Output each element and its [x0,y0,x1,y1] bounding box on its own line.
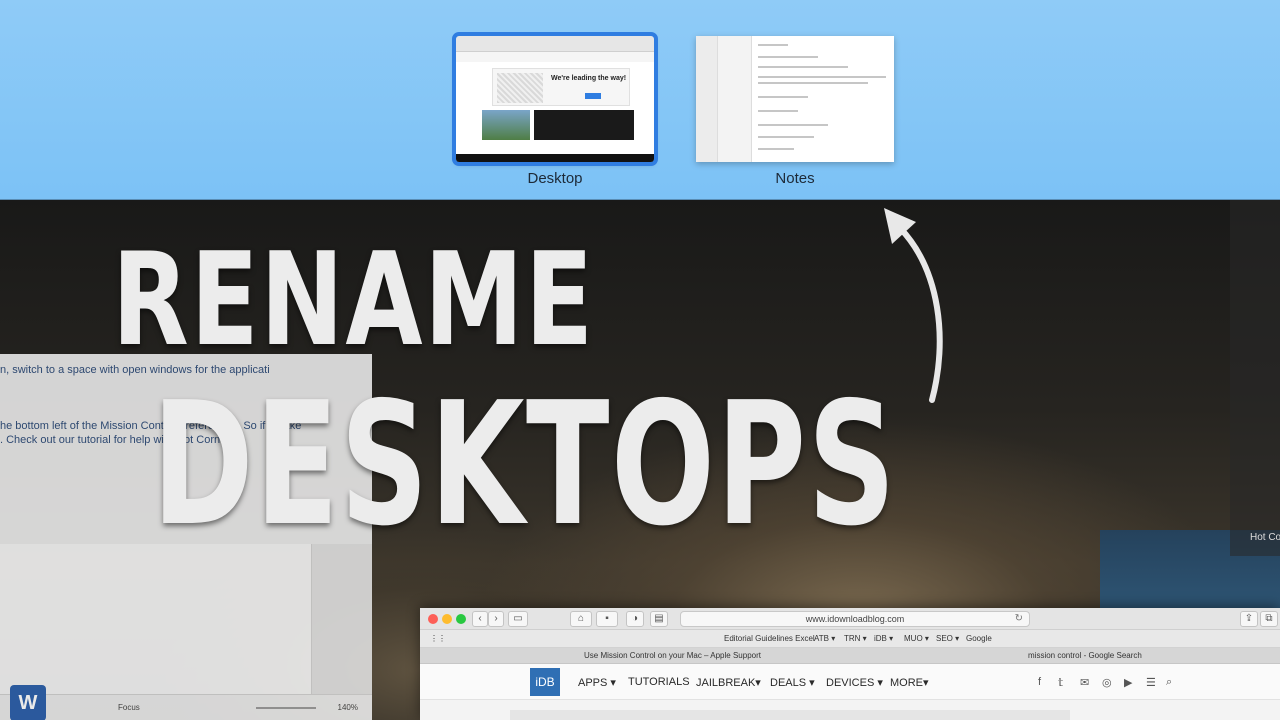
tab-apple-support[interactable]: Use Mission Control on your Mac – Apple … [584,651,761,660]
facebook-icon[interactable]: f [1038,676,1041,688]
notes-text-line [758,148,794,150]
extension-icon[interactable]: ▪ [596,611,618,627]
home-icon[interactable]: ⌂ [570,611,592,627]
forward-button[interactable]: › [488,611,504,627]
notes-icon[interactable]: ▤ [650,611,668,627]
rss-icon[interactable]: ☰ [1146,676,1156,689]
thumbnail-toolbar [456,36,654,52]
notes-text-line [758,96,808,98]
notes-text-line [758,66,848,68]
zoom-level: 140% [337,703,358,712]
instagram-icon[interactable]: ◎ [1102,676,1112,689]
share-icon[interactable]: ⇪ [1240,611,1258,627]
favorite-item[interactable]: Google [966,634,992,643]
thumbnail-hero-title: We're leading the way! [551,75,627,82]
space-desktop-thumbnail[interactable]: We're leading the way! [452,32,658,166]
thumbnail-hero: We're leading the way! [492,68,630,106]
favorite-item[interactable]: iDB ▾ [874,634,893,643]
reload-icon[interactable]: ↻ [1015,612,1023,626]
favorites-bar: ⋮⋮ Editorial Guidelines Excel ATB ▾ TRN … [420,630,1280,648]
word-app-icon[interactable]: W [10,685,46,720]
headline-line-2: DESKTOPS [152,366,898,564]
favorite-item[interactable]: TRN ▾ [844,634,867,643]
spaces-bar: We're leading the way! Desktop Notes [0,0,1280,200]
nav-devices[interactable]: DEVICES ▾ [826,676,883,689]
thumbnail-footer [456,154,654,162]
close-window-button[interactable] [428,614,438,624]
notes-list-column [718,36,752,162]
thumbnail-hero-button [585,93,601,99]
reader-icon[interactable]: ◑ [626,611,644,627]
youtube-icon[interactable]: ▶ [1124,676,1132,689]
nav-tutorials[interactable]: TUTORIALS [628,676,690,688]
notes-text-line [758,124,828,126]
tab-bar: Use Mission Control on your Mac – Apple … [420,648,1280,664]
nav-jailbreak[interactable]: JAILBREAK▾ [696,676,761,689]
notes-text-line [758,44,788,46]
safari-window[interactable]: ‹ › ▭ ⌂ ▪ ◑ ▤ www.idownloadblog.com ↻ ⇪ … [420,608,1280,720]
curved-arrow-icon [884,208,943,403]
grid-icon[interactable]: ⋮⋮ [430,634,446,643]
minimize-window-button[interactable] [442,614,452,624]
headline-line-1: RENAME [112,226,595,375]
space-notes-thumbnail[interactable] [696,36,894,162]
twitter-icon[interactable]: 𝕥 [1058,676,1063,689]
mail-icon[interactable]: ✉ [1080,676,1089,689]
space-notes[interactable]: Notes [696,36,894,187]
hot-corners-button[interactable]: Hot Cor [1250,532,1280,543]
notes-text-line [758,136,814,138]
nav-more[interactable]: MORE▾ [890,676,929,689]
thumbnail-photo [482,110,530,140]
favorite-item[interactable]: MUO ▾ [904,634,929,643]
address-url: www.idownloadblog.com [805,614,905,624]
address-bar[interactable]: www.idownloadblog.com ↻ [680,611,1030,627]
tabs-overview-icon[interactable]: ⧉ [1260,611,1278,627]
site-navigation: iDB APPS ▾ TUTORIALS JAILBREAK▾ DEALS ▾ … [420,664,1280,700]
fullscreen-window-button[interactable] [456,614,466,624]
space-notes-label[interactable]: Notes [696,170,894,187]
thumbnail-dark-block [534,110,634,140]
preferences-panel-partial: Hot Cor [1230,200,1280,556]
back-button[interactable]: ‹ [472,611,488,627]
nav-deals[interactable]: DEALS ▾ [770,676,815,689]
notes-folder-column [696,36,718,162]
notes-text-line [758,110,798,112]
notes-text-line [758,82,868,84]
nav-apps[interactable]: APPS ▾ [578,676,616,689]
notes-text-line [758,76,886,78]
word-status-bar: W Focus 140% [0,685,372,720]
focus-button[interactable]: Focus [118,703,140,712]
content-placeholder [510,710,1070,720]
notes-text-line [758,56,818,58]
tab-google-search[interactable]: mission control - Google Search [1028,651,1142,660]
favorite-item[interactable]: SEO ▾ [936,634,959,643]
safari-toolbar: ‹ › ▭ ⌂ ▪ ◑ ▤ www.idownloadblog.com ↻ ⇪ … [420,608,1280,630]
search-icon[interactable]: ⌕ [1166,676,1172,689]
space-desktop-label[interactable]: Desktop [456,170,654,187]
sidebar-icon[interactable]: ▭ [508,611,528,627]
idb-logo[interactable]: iDB [530,668,560,696]
thumbnail-map [497,73,543,103]
favorite-item[interactable]: ATB ▾ [814,634,835,643]
zoom-slider[interactable] [256,707,316,709]
space-desktop[interactable]: We're leading the way! Desktop [452,32,658,187]
thumbnail-nav [456,52,654,62]
page-content [420,700,1280,720]
word-page[interactable] [0,544,312,694]
favorite-item[interactable]: Editorial Guidelines Excel [724,634,815,643]
